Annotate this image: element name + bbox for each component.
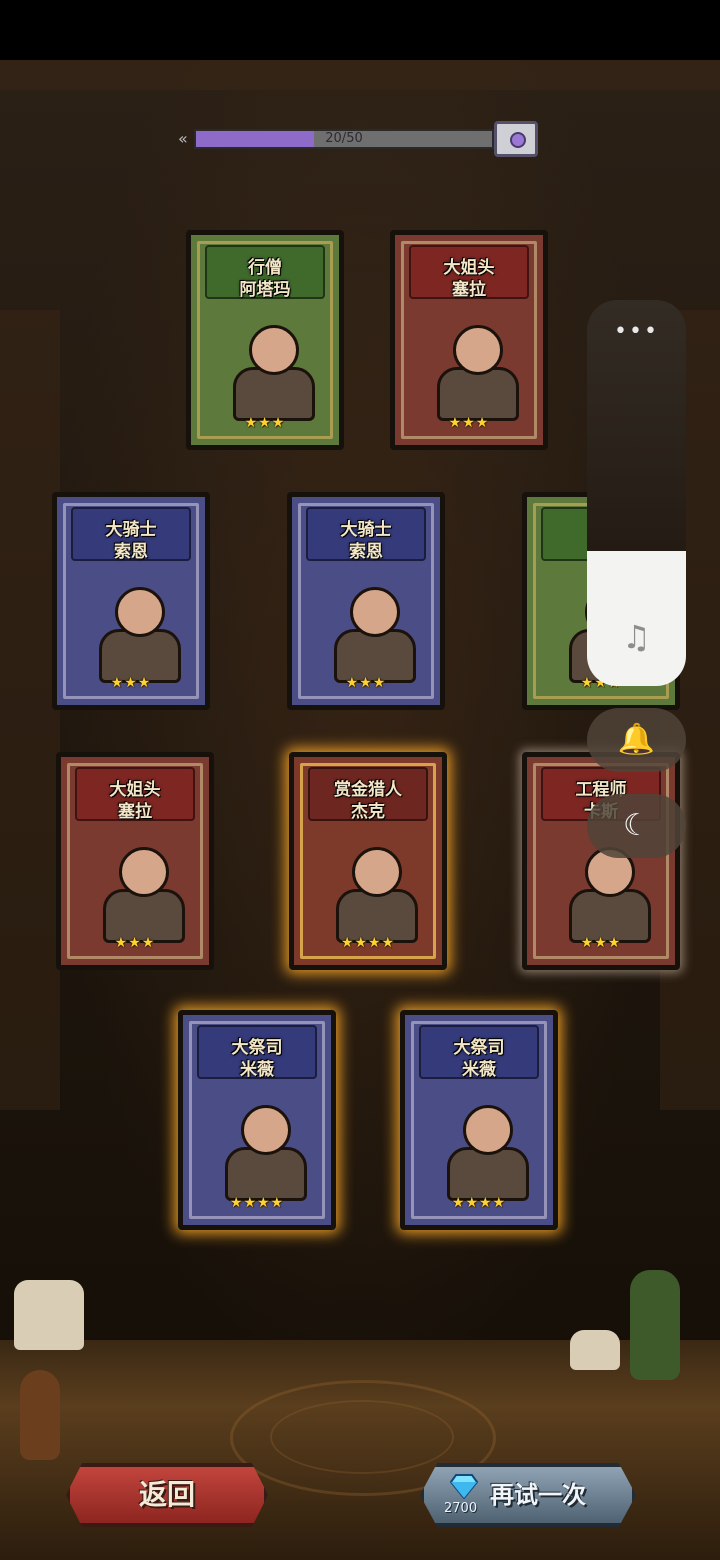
- card-banner: 大骑士 索恩: [71, 507, 191, 562]
- star-rating: ★★★: [580, 935, 622, 951]
- card-banner: 大祭司 米薇: [197, 1025, 317, 1080]
- retry-button[interactable]: 2700 再试一次: [420, 1463, 636, 1527]
- table-sigil-inner: [270, 1400, 454, 1474]
- star-rating: ★★★: [448, 415, 490, 431]
- hero-card[interactable]: 大姐头 塞拉 ★★★: [56, 752, 214, 970]
- retry-cost: 2700: [444, 1501, 478, 1516]
- card-banner: 大姐头 塞拉: [75, 767, 195, 822]
- progress-track: 20/50: [194, 129, 494, 149]
- star-rating: ★★★: [110, 675, 152, 691]
- card-banner: 大骑士 索恩: [306, 507, 426, 562]
- card-title: 行僧: [248, 258, 282, 278]
- card-title: 大祭司: [231, 1038, 283, 1058]
- hero-card[interactable]: 大骑士 索恩 ★★★: [287, 492, 445, 710]
- hero-portrait: [215, 315, 315, 421]
- hero-card[interactable]: 大祭司 米薇 ★★★★: [400, 1010, 558, 1230]
- summon-progress: « 20/50: [178, 121, 540, 157]
- hero-portrait: [81, 577, 181, 683]
- hero-portrait: [207, 1095, 307, 1201]
- card-name: 塞拉: [452, 280, 486, 300]
- card-title: 大骑士: [105, 520, 157, 540]
- bell-button[interactable]: 🔔: [587, 708, 686, 772]
- card-name: 米薇: [240, 1060, 274, 1080]
- volume-panel[interactable]: ••• ♫: [587, 300, 686, 686]
- card-banner: 行僧 阿塔玛: [205, 245, 325, 300]
- hero-card[interactable]: 大骑士 索恩 ★★★: [52, 492, 210, 710]
- hero-card[interactable]: 行僧 阿塔玛 ★★★: [186, 230, 344, 450]
- card-title: 大姐头: [443, 258, 495, 278]
- bottle-right: [630, 1270, 680, 1380]
- bottle-left: [20, 1370, 60, 1460]
- moon-button[interactable]: ☾: [587, 794, 686, 858]
- music-note-icon[interactable]: ♫: [587, 618, 686, 656]
- star-rating: ★★★★: [451, 1195, 507, 1211]
- candle-right: [570, 1330, 620, 1370]
- card-banner: 大祭司 米薇: [419, 1025, 539, 1080]
- star-rating: ★★★: [244, 415, 286, 431]
- hero-portrait: [429, 1095, 529, 1201]
- diamond-icon: [450, 1474, 478, 1499]
- more-dots-icon[interactable]: •••: [587, 320, 686, 344]
- card-title: 大姐头: [109, 780, 161, 800]
- star-rating: ★★★: [114, 935, 156, 951]
- hero-card[interactable]: 大祭司 米薇 ★★★★: [178, 1010, 336, 1230]
- ceiling-beam: [0, 60, 720, 90]
- hero-portrait: [316, 577, 416, 683]
- bell-icon: 🔔: [617, 722, 656, 757]
- card-title: 大骑士: [340, 520, 392, 540]
- card-title: 赏金猎人: [334, 780, 402, 800]
- hero-portrait: [318, 837, 418, 943]
- card-name: 塞拉: [118, 802, 152, 822]
- card-title: 大祭司: [453, 1038, 505, 1058]
- moon-icon: ☾: [623, 808, 650, 843]
- back-button[interactable]: 返回: [66, 1463, 268, 1527]
- hero-portrait: [419, 315, 519, 421]
- star-rating: ★★★: [345, 675, 387, 691]
- back-button-label: 返回: [138, 1478, 195, 1511]
- card-name: 杰克: [351, 802, 385, 822]
- reward-chest-icon[interactable]: [494, 121, 538, 157]
- card-banner: 赏金猎人 杰克: [308, 767, 428, 822]
- card-name: 阿塔玛: [239, 280, 291, 300]
- card-name: 索恩: [114, 542, 148, 562]
- hero-portrait: [85, 837, 185, 943]
- hero-card[interactable]: 大姐头 塞拉 ★★★: [390, 230, 548, 450]
- candle-left: [14, 1280, 84, 1350]
- hero-card[interactable]: 工程师 卡斯 ★★★: [522, 752, 680, 970]
- star-rating: ★★★★: [340, 935, 396, 951]
- retry-button-label: 再试一次: [490, 1481, 586, 1509]
- card-name: 米薇: [462, 1060, 496, 1080]
- card-banner: 大姐头 塞拉: [409, 245, 529, 300]
- hero-card[interactable]: 赏金猎人 杰克 ★★★★: [289, 752, 447, 970]
- star-rating: ★★★★: [229, 1195, 285, 1211]
- progress-label: 20/50: [325, 131, 363, 146]
- card-name: 索恩: [349, 542, 383, 562]
- wall-beam-left: [0, 310, 60, 1110]
- status-bar: [0, 0, 720, 60]
